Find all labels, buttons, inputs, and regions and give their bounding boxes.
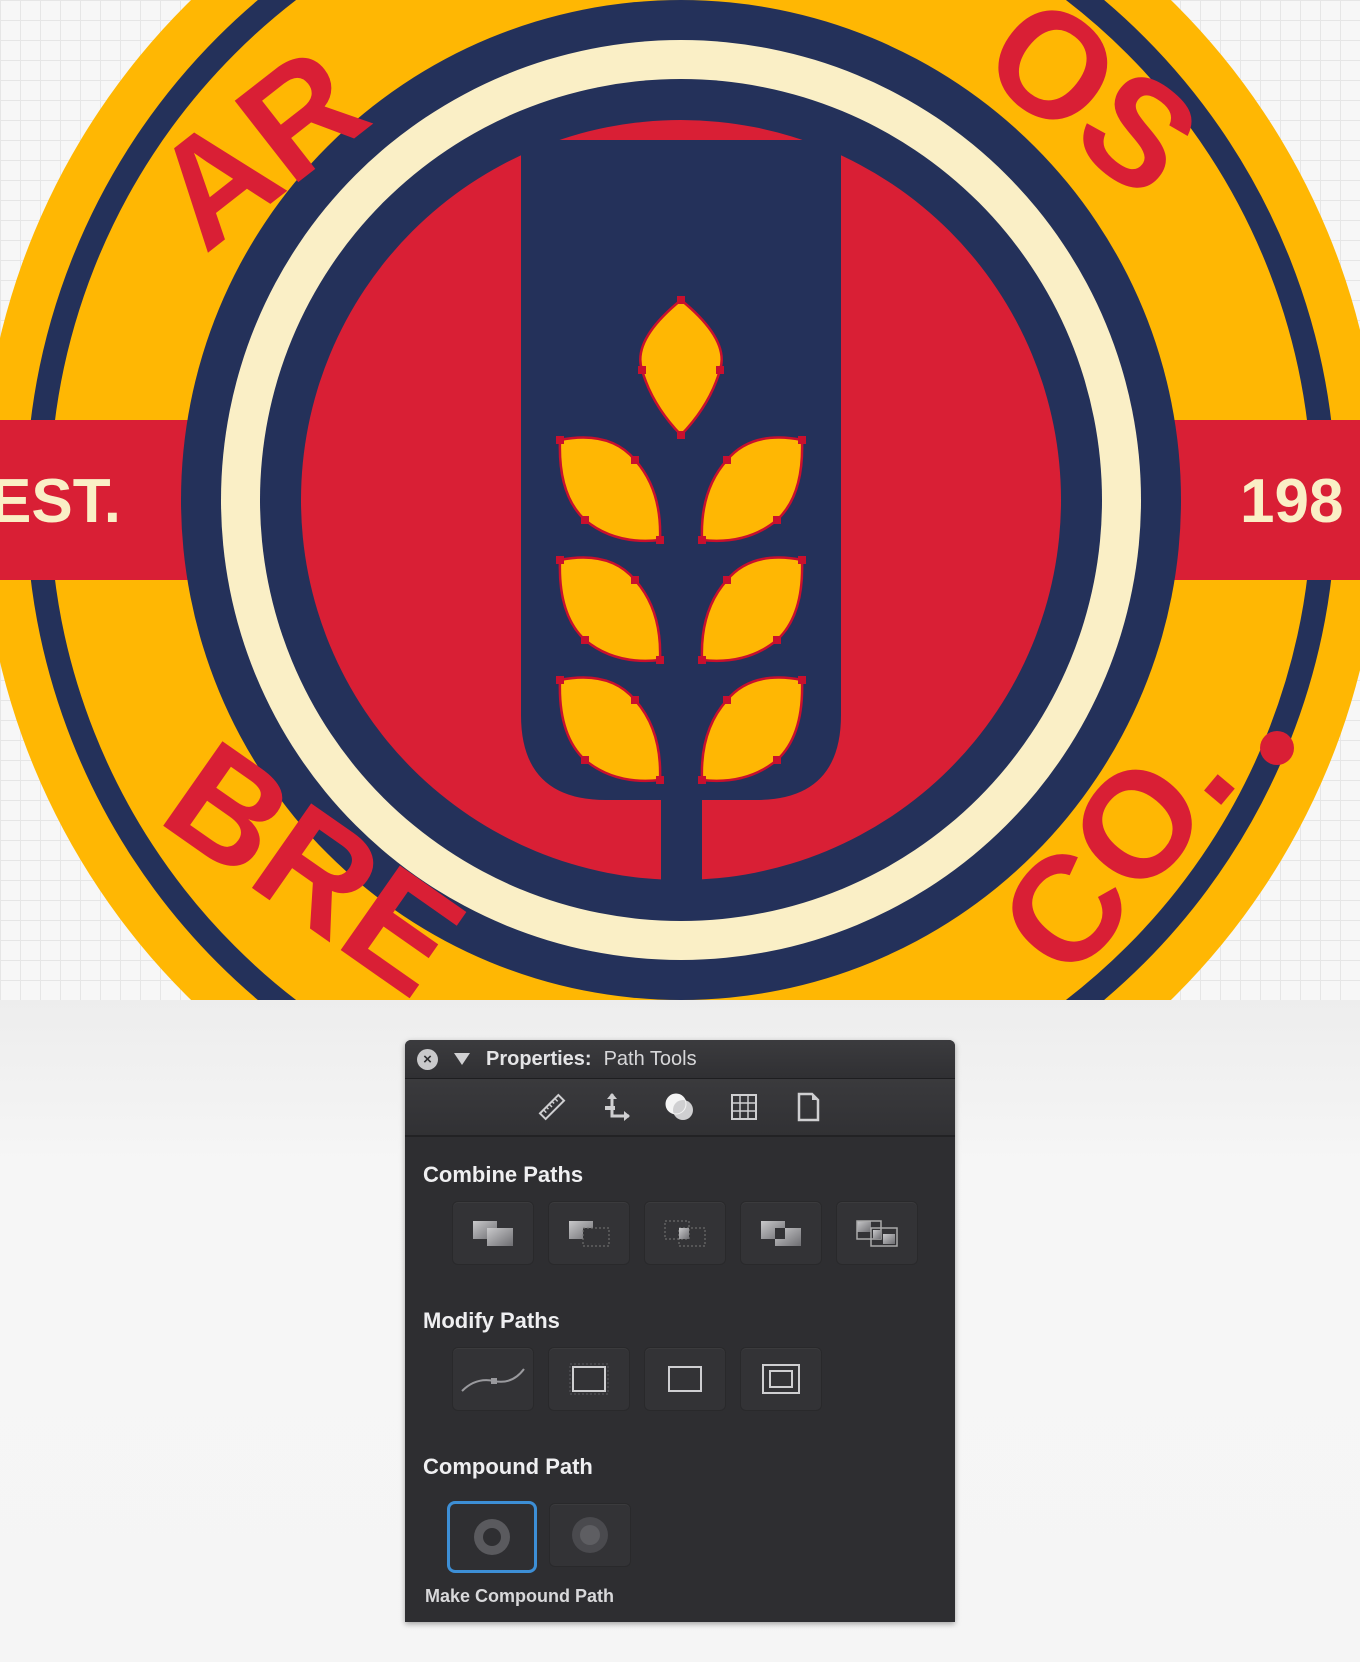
collapse-triangle-icon[interactable] xyxy=(454,1053,470,1065)
outline-path-button[interactable] xyxy=(645,1348,725,1410)
simplify-icon xyxy=(461,1368,525,1392)
document-icon[interactable] xyxy=(788,1087,828,1127)
inset-path-button[interactable] xyxy=(741,1348,821,1410)
tooltip-caption: Make Compound Path xyxy=(425,1586,615,1606)
modify-paths-title: Modify Paths xyxy=(423,1308,560,1333)
intersect-button[interactable] xyxy=(645,1202,725,1264)
ruler-icon[interactable] xyxy=(532,1087,572,1127)
grid-icon[interactable] xyxy=(724,1087,764,1127)
exclude-icon xyxy=(761,1221,801,1246)
artboard-canvas: AR OS BRE CO. EST. 198 xyxy=(0,0,1360,1000)
wheat-stem xyxy=(661,460,702,800)
modify-paths-buttons xyxy=(453,1348,821,1410)
subtract-button[interactable] xyxy=(549,1202,629,1264)
combine-paths-title: Combine Paths xyxy=(423,1162,584,1187)
make-compound-path-button[interactable] xyxy=(450,1504,534,1570)
move-transform-icon[interactable] xyxy=(596,1087,636,1127)
release-compound-icon xyxy=(572,1517,608,1553)
panel-titlebar: × Properties: Path Tools xyxy=(405,1040,955,1079)
offset-path-button[interactable] xyxy=(549,1348,629,1410)
divide-button[interactable] xyxy=(837,1202,917,1264)
outline-icon xyxy=(668,1366,702,1392)
subtract-icon xyxy=(569,1221,610,1247)
badge-artwork: AR OS BRE CO. EST. 198 xyxy=(0,0,1360,1000)
path-tools-icon[interactable] xyxy=(660,1087,700,1127)
combine-paths-buttons xyxy=(453,1202,917,1264)
release-compound-path-button[interactable] xyxy=(550,1504,630,1566)
panel-subtitle: Path Tools xyxy=(603,1047,697,1070)
simplify-button[interactable] xyxy=(453,1348,533,1410)
properties-panel: × Properties: Path Tools Combine Paths M… xyxy=(405,1040,955,1622)
add-button[interactable] xyxy=(453,1202,533,1264)
panel-title: Properties: xyxy=(486,1047,592,1070)
add-icon xyxy=(473,1221,513,1246)
close-icon[interactable]: × xyxy=(417,1048,438,1070)
exclude-button[interactable] xyxy=(741,1202,821,1264)
offset-dashed-icon xyxy=(569,1363,609,1395)
year-label: 198 xyxy=(1240,467,1343,536)
divide-icon xyxy=(856,1220,898,1247)
inset-icon xyxy=(762,1364,800,1394)
compound-path-title: Compound Path xyxy=(423,1454,593,1479)
intersect-icon xyxy=(664,1220,706,1247)
panel-tabs xyxy=(405,1079,955,1137)
make-compound-icon xyxy=(474,1519,510,1555)
est-label: EST. xyxy=(0,467,121,536)
compound-path-buttons xyxy=(450,1504,630,1570)
badge-dot xyxy=(1260,731,1294,765)
